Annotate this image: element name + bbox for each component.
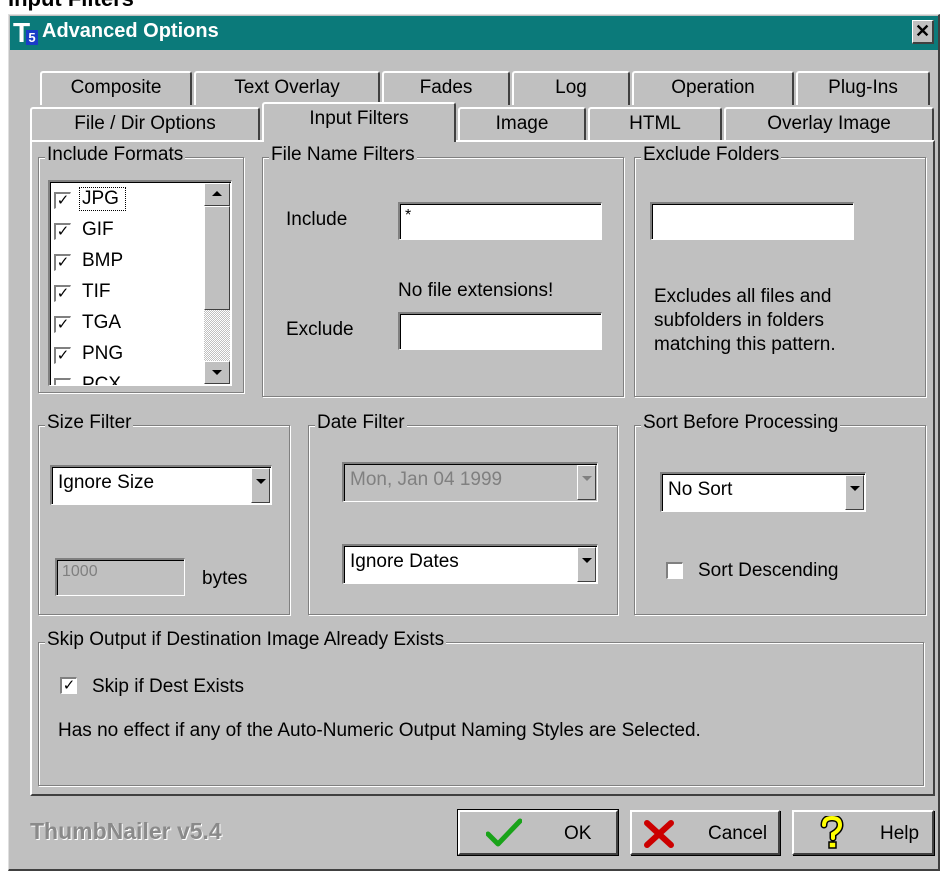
window-title: Advanced Options xyxy=(42,20,219,42)
format-checkbox-bmp[interactable]: ✓ xyxy=(54,254,71,271)
format-label: PNG xyxy=(82,343,124,364)
question-icon xyxy=(820,816,844,849)
no-extensions-note: No file extensions! xyxy=(398,280,554,301)
format-item-png[interactable]: ✓ PNG xyxy=(54,341,204,371)
exclude-folders-group: Exclude Folders xyxy=(634,144,926,397)
format-item-gif[interactable]: ✓ GIF xyxy=(54,217,204,247)
format-label: GIF xyxy=(82,219,114,240)
format-checkbox-pcx[interactable] xyxy=(54,378,71,385)
include-label: Include xyxy=(286,209,348,230)
format-item-jpg[interactable]: ✓ JPG xyxy=(54,186,204,216)
file-name-filters-legend: File Name Filters xyxy=(269,144,417,166)
tab-composite[interactable]: Composite xyxy=(40,71,192,105)
cancel-label: Cancel xyxy=(708,823,768,844)
sort-group: Sort Before Processing xyxy=(634,412,926,615)
bytes-label: bytes xyxy=(202,568,248,589)
format-item-pcx[interactable]: PCX xyxy=(54,372,204,386)
tab-operation[interactable]: Operation xyxy=(632,71,794,105)
format-item-bmp[interactable]: ✓ BMP xyxy=(54,248,204,278)
format-checkbox-tga[interactable]: ✓ xyxy=(54,316,71,333)
include-filter-input[interactable]: * xyxy=(398,202,602,240)
exclude-folders-legend: Exclude Folders xyxy=(641,144,782,166)
chevron-down-icon[interactable] xyxy=(577,547,596,582)
scroll-down-button[interactable] xyxy=(204,361,230,384)
bytes-input: 1000 xyxy=(55,558,185,596)
format-item-tif[interactable]: ✓ TIF xyxy=(54,279,204,309)
tab-plug-ins[interactable]: Plug-Ins xyxy=(796,71,930,105)
format-list[interactable]: ✓ JPG ✓ GIF ✓ BMP ✓ TIF ✓ TGA ✓ PNG PCX xyxy=(48,180,232,386)
format-label: JPG xyxy=(79,187,126,211)
exclude-folders-desc-line: Excludes all files and xyxy=(654,286,832,307)
check-icon xyxy=(486,818,522,847)
include-formats-legend: Include Formats xyxy=(45,144,186,166)
date-picker: Mon, Jan 04 1999 xyxy=(342,462,598,502)
help-label: Help xyxy=(880,823,920,844)
format-checkbox-jpg[interactable]: ✓ xyxy=(54,192,71,209)
close-button[interactable]: ✕ xyxy=(912,20,934,44)
ok-label: OK xyxy=(564,823,592,844)
tab-file-dir-options[interactable]: File / Dir Options xyxy=(30,107,260,141)
page-heading: Input Filters xyxy=(8,0,134,12)
scroll-track[interactable] xyxy=(204,310,230,361)
sort-descending-checkbox[interactable] xyxy=(666,562,683,579)
skip-output-legend: Skip Output if Destination Image Already… xyxy=(45,629,447,651)
cancel-button[interactable]: Cancel xyxy=(630,810,780,855)
tab-text-overlay[interactable]: Text Overlay xyxy=(194,71,380,105)
format-label: TIF xyxy=(82,281,111,302)
skip-if-exists-label: Skip if Dest Exists xyxy=(92,676,245,697)
format-label: BMP xyxy=(82,250,124,271)
exclude-label: Exclude xyxy=(286,319,354,340)
exclude-folders-desc-line: matching this pattern. xyxy=(654,334,836,355)
scroll-up-button[interactable] xyxy=(204,183,230,206)
format-item-tga[interactable]: ✓ TGA xyxy=(54,310,204,340)
tab-fades[interactable]: Fades xyxy=(382,71,510,105)
sort-legend: Sort Before Processing xyxy=(641,412,841,434)
tab-overlay-image[interactable]: Overlay Image xyxy=(724,107,934,141)
file-name-filters-group: File Name Filters xyxy=(262,144,624,397)
date-filter-group: Date Filter xyxy=(308,412,618,615)
format-checkbox-png[interactable]: ✓ xyxy=(54,347,71,364)
sort-dropdown[interactable]: No Sort xyxy=(660,472,866,512)
tab-html[interactable]: HTML xyxy=(588,107,722,141)
ok-button[interactable]: OK xyxy=(457,809,619,856)
tab-image[interactable]: Image xyxy=(458,107,586,141)
close-icon: ✕ xyxy=(914,21,931,41)
exclude-filter-input[interactable] xyxy=(398,312,602,350)
chevron-down-icon[interactable] xyxy=(845,475,864,510)
help-button[interactable]: Help xyxy=(792,810,934,855)
skip-if-exists-checkbox[interactable]: ✓ xyxy=(60,677,77,694)
x-icon xyxy=(644,820,674,848)
format-list-scrollbar[interactable] xyxy=(204,183,230,384)
chevron-down-icon[interactable] xyxy=(251,468,270,503)
exclude-folders-desc-line: subfolders in folders xyxy=(654,310,825,331)
size-filter-legend: Size Filter xyxy=(45,412,134,434)
tab-log[interactable]: Log xyxy=(512,71,630,105)
skip-output-note: Has no effect if any of the Auto-Numeric… xyxy=(58,720,701,741)
app-logo-icon: T5 xyxy=(12,17,38,48)
format-label: TGA xyxy=(82,312,122,333)
skip-output-group: Skip Output if Destination Image Already… xyxy=(38,629,924,786)
size-filter-dropdown[interactable]: Ignore Size xyxy=(50,465,272,505)
exclude-folders-input[interactable] xyxy=(650,202,854,240)
scroll-thumb[interactable] xyxy=(204,206,230,310)
app-brand: ThumbNailer v5.4 xyxy=(30,818,222,844)
date-filter-legend: Date Filter xyxy=(315,412,407,434)
format-label: PCX xyxy=(82,374,122,386)
format-checkbox-gif[interactable]: ✓ xyxy=(54,223,71,240)
format-checkbox-tif[interactable]: ✓ xyxy=(54,285,71,302)
sort-descending-label: Sort Descending xyxy=(698,560,839,581)
date-filter-dropdown[interactable]: Ignore Dates xyxy=(342,544,598,584)
chevron-down-icon xyxy=(577,465,596,500)
tab-input-filters[interactable]: Input Filters xyxy=(262,102,456,142)
